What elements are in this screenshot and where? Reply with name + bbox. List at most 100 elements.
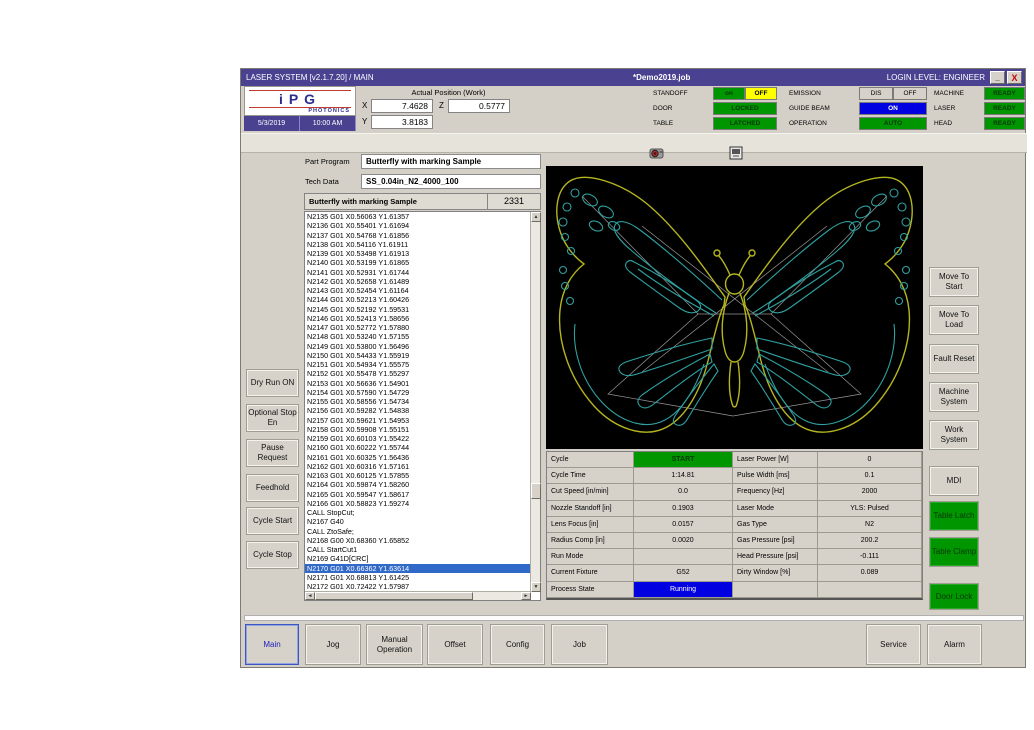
process-label-radius-comp-in: Radius Comp [in]: [547, 533, 634, 549]
gcode-line[interactable]: N2153 G01 X0.56636 Y1.54901: [305, 379, 531, 388]
part-preview-canvas[interactable]: [546, 166, 923, 449]
button-cycle-stop[interactable]: Cycle Stop: [246, 541, 299, 569]
scroll-right-icon[interactable]: ►: [521, 592, 531, 600]
button-machine-system[interactable]: Machine System: [929, 382, 979, 412]
vertical-scroll-thumb[interactable]: [531, 483, 541, 499]
process-value-nozzle-standoff-in: 0.1903: [634, 501, 733, 517]
butterfly-outline: [557, 177, 912, 432]
gcode-line[interactable]: N2147 G01 X0.52772 Y1.57880: [305, 323, 531, 332]
process-value-cut-speed-in-min: 0.0: [634, 484, 733, 500]
process-label-gas-pressure-psi: Gas Pressure [psi]: [733, 533, 818, 549]
button-dry-run-on[interactable]: Dry Run ON: [246, 369, 299, 397]
gcode-line[interactable]: N2142 G01 X0.52658 Y1.61489: [305, 277, 531, 286]
image-icon: [729, 146, 743, 160]
gcode-line[interactable]: N2164 G01 X0.59874 Y1.58260: [305, 480, 531, 489]
part-program-input[interactable]: Butterfly with marking Sample: [361, 154, 541, 169]
gcode-line[interactable]: N2167 G40: [305, 517, 531, 526]
gcode-line[interactable]: CALL StopCut;: [305, 508, 531, 517]
status-label-emission: EMISSION: [789, 87, 857, 100]
scroll-down-icon[interactable]: ▼: [531, 582, 541, 592]
close-icon: X: [1011, 73, 1017, 83]
gcode-line[interactable]: N2141 G01 X0.52931 Y1.61744: [305, 268, 531, 277]
gcode-line[interactable]: N2161 G01 X0.60325 Y1.56436: [305, 453, 531, 462]
gcode-line[interactable]: N2152 G01 X0.55478 Y1.55297: [305, 369, 531, 378]
part-program-label: Part Program: [305, 157, 350, 166]
gcode-line[interactable]: N2156 G01 X0.59282 Y1.54838: [305, 406, 531, 415]
gcode-line[interactable]: N2154 G01 X0.57590 Y1.54729: [305, 388, 531, 397]
job-name: *Demo2019.job: [633, 73, 690, 82]
gcode-vertical-scrollbar[interactable]: ▲ ▼: [530, 212, 540, 592]
gcode-line[interactable]: N2151 G01 X0.54934 Y1.55575: [305, 360, 531, 369]
tab-main[interactable]: Main: [245, 624, 299, 665]
close-button[interactable]: X: [1007, 71, 1022, 84]
camera-button[interactable]: [648, 145, 665, 161]
gcode-line[interactable]: N2171 G01 X0.68813 Y1.61425: [305, 573, 531, 582]
image-preview-button[interactable]: [727, 145, 744, 161]
process-value-cycle-time: 1:14.81: [634, 468, 733, 484]
gcode-line[interactable]: N2165 G01 X0.59547 Y1.58617: [305, 490, 531, 499]
tab-service[interactable]: Service: [866, 624, 921, 665]
gcode-line[interactable]: N2158 G01 X0.59908 Y1.55151: [305, 425, 531, 434]
process-value-gas-pressure-psi: 200.2: [818, 533, 922, 549]
button-feedhold[interactable]: Feedhold: [246, 474, 299, 502]
gcode-horizontal-scrollbar[interactable]: ◄ ►: [305, 591, 531, 600]
button-mdi[interactable]: MDI: [929, 466, 979, 496]
tab-config[interactable]: Config: [490, 624, 545, 665]
process-value-frequency-hz: 2000: [818, 484, 922, 500]
gcode-line[interactable]: N2155 G01 X0.58556 Y1.54734: [305, 397, 531, 406]
gcode-line[interactable]: N2172 G01 X0.72422 Y1.57987: [305, 582, 531, 591]
gcode-line[interactable]: N2140 G01 X0.53199 Y1.61865: [305, 258, 531, 267]
gcode-line[interactable]: N2159 G01 X0.60103 Y1.55422: [305, 434, 531, 443]
gcode-line[interactable]: N2160 G01 X0.60222 Y1.55744: [305, 443, 531, 452]
gcode-line[interactable]: N2137 G01 X0.54768 Y1.61856: [305, 231, 531, 240]
button-move-to-load[interactable]: Move To Load: [929, 305, 979, 335]
horizontal-scroll-thumb[interactable]: [315, 592, 473, 600]
button-optional-stop-en[interactable]: Optional Stop En: [246, 404, 299, 432]
gcode-line[interactable]: CALL ZtoSafe;: [305, 527, 531, 536]
status-label-standoff: STANDOFF: [653, 87, 711, 100]
button-door-lock[interactable]: Door Lock: [929, 583, 979, 610]
gcode-line[interactable]: N2146 G01 X0.52413 Y1.58656: [305, 314, 531, 323]
button-fault-reset[interactable]: Fault Reset: [929, 344, 979, 374]
status-machine-indicator: READY: [984, 87, 1025, 100]
process-value-head-pressure-psi: -0.111: [818, 549, 922, 565]
tab-jog[interactable]: Jog: [305, 624, 361, 665]
tab-job[interactable]: Job: [551, 624, 608, 665]
scroll-up-icon[interactable]: ▲: [531, 212, 541, 222]
tab-offset[interactable]: Offset: [427, 624, 483, 665]
tech-data-input[interactable]: SS_0.04in_N2_4000_100: [361, 174, 541, 189]
gcode-line[interactable]: N2163 G01 X0.60125 Y1.57855: [305, 471, 531, 480]
tab-manual-operation[interactable]: Manual Operation: [366, 624, 423, 665]
gcode-line[interactable]: N2166 G01 X0.58823 Y1.59274: [305, 499, 531, 508]
gcode-line[interactable]: N2150 G01 X0.54433 Y1.55919: [305, 351, 531, 360]
gcode-line[interactable]: N2170 G01 X0.66362 Y1.63614: [305, 564, 531, 573]
gcode-line[interactable]: N2157 G01 X0.59621 Y1.54953: [305, 416, 531, 425]
gcode-line[interactable]: N2145 G01 X0.52192 Y1.59531: [305, 305, 531, 314]
scroll-left-icon[interactable]: ◄: [305, 592, 315, 600]
gcode-line[interactable]: N2139 G01 X0.53498 Y1.61913: [305, 249, 531, 258]
process-value-radius-comp-in: 0.0020: [634, 533, 733, 549]
tab-alarm[interactable]: Alarm: [927, 624, 982, 665]
gcode-line[interactable]: N2135 G01 X0.56063 Y1.61357: [305, 212, 531, 221]
process-label-lens-focus-in: Lens Focus [in]: [547, 517, 634, 533]
button-cycle-start[interactable]: Cycle Start: [246, 507, 299, 535]
gcode-line[interactable]: N2148 G01 X0.53240 Y1.57155: [305, 332, 531, 341]
minimize-button[interactable]: _: [990, 71, 1005, 84]
gcode-line[interactable]: N2143 G01 X0.52454 Y1.61164: [305, 286, 531, 295]
button-work-system[interactable]: Work System: [929, 420, 979, 450]
gcode-line[interactable]: N2136 G01 X0.55401 Y1.61694: [305, 221, 531, 230]
gcode-line[interactable]: N2144 G01 X0.52213 Y1.60426: [305, 295, 531, 304]
gcode-line[interactable]: CALL StartCut1: [305, 545, 531, 554]
gcode-line[interactable]: N2162 G01 X0.60316 Y1.57161: [305, 462, 531, 471]
gcode-list[interactable]: N2135 G01 X0.56063 Y1.61357N2136 G01 X0.…: [304, 211, 541, 601]
process-value-cycle: START: [634, 452, 733, 468]
gcode-line[interactable]: N2138 G01 X0.54116 Y1.61911: [305, 240, 531, 249]
button-pause-request[interactable]: Pause Request: [246, 439, 299, 467]
button-table-clamp[interactable]: Table Clamp: [929, 537, 979, 567]
gcode-line[interactable]: N2169 G41D[CRC]: [305, 554, 531, 563]
button-table-latch[interactable]: Table Latch: [929, 501, 979, 531]
process-label-process-state: Process State: [547, 582, 634, 598]
button-move-to-start[interactable]: Move To Start: [929, 267, 979, 297]
gcode-line[interactable]: N2149 G01 X0.53800 Y1.56496: [305, 342, 531, 351]
gcode-line[interactable]: N2168 G00 X0.68360 Y1.65852: [305, 536, 531, 545]
